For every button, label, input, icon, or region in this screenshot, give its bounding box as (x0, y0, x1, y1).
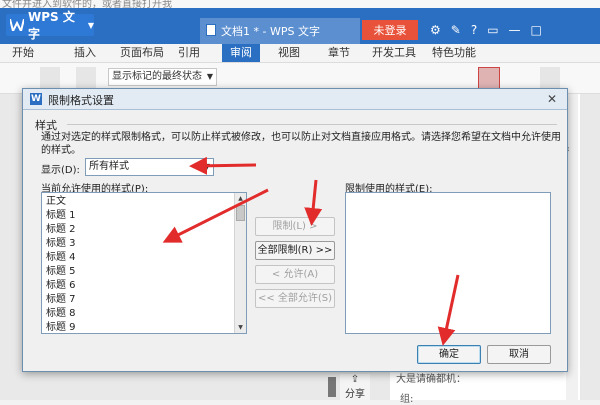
allowed-styles-list[interactable]: 正文 标题 1 标题 2 标题 3 标题 4 标题 5 标题 6 标题 7 标题… (41, 192, 247, 334)
side-panel-handle[interactable] (328, 377, 336, 397)
list-item[interactable]: 正文 (46, 195, 66, 209)
login-button[interactable]: 未登录 (362, 20, 418, 40)
list-item[interactable]: 标题 5 (46, 265, 76, 279)
document-tab[interactable]: 文档1 * - WPS 文字 (200, 18, 360, 44)
document-text-line: 组: (400, 394, 414, 405)
tab-references[interactable]: 引用 (178, 44, 200, 62)
markup-display-value: 显示标记的最终状态 (112, 71, 202, 82)
minimize-icon[interactable]: — (509, 23, 521, 37)
allow-all-button[interactable]: << 全部允许(S) (255, 289, 335, 308)
wps-logo-icon (10, 19, 24, 31)
menu-bar: 开始 插入 页面布局 引用 审阅 视图 章节 开发工具 特色功能 (0, 44, 600, 63)
tab-developer[interactable]: 开发工具 (372, 44, 416, 62)
list-item[interactable]: 标题 6 (46, 279, 76, 293)
background-hint-text: 文件并进入到软件的，或者直接打开我 (2, 0, 172, 8)
list-item[interactable]: 标题 2 (46, 223, 76, 237)
wps-writer-icon: W (30, 93, 42, 105)
markup-display-select[interactable]: 显示标记的最终状态 ▼ (108, 68, 217, 86)
allow-button[interactable]: < 允许(A) (255, 265, 335, 284)
scroll-up-icon[interactable]: ▲ (236, 193, 245, 204)
wps-app-menu-button[interactable]: WPS 文字 ▼ (6, 10, 94, 41)
list-item[interactable]: 标题 1 (46, 209, 76, 223)
document-tab-title: 文档1 * - WPS 文字 (221, 25, 320, 38)
wps-app-menu-label: WPS 文字 (28, 10, 75, 41)
list-item[interactable]: 标题 8 (46, 307, 76, 321)
share-label: 分享 (345, 389, 365, 400)
dialog-description: 通过对选定的样式限制格式，可以防止样式被修改，也可以防止对文档直接应用格式。请选… (41, 132, 561, 156)
settings-icon[interactable]: ⚙ (430, 23, 441, 37)
skin-icon[interactable]: ✎ (451, 23, 461, 37)
show-styles-select[interactable]: 所有样式 ▼ (85, 158, 214, 176)
tab-review[interactable]: 审阅 (222, 44, 260, 62)
tab-chapters[interactable]: 章节 (328, 44, 350, 62)
chevron-down-icon: ▼ (203, 162, 210, 171)
cancel-button[interactable]: 取消 (487, 345, 551, 364)
ok-button[interactable]: 确定 (417, 345, 481, 364)
dialog-title-bar[interactable]: W 限制格式设置 ✕ (23, 89, 567, 110)
list-item[interactable]: 标题 3 (46, 237, 76, 251)
tab-features[interactable]: 特色功能 (432, 44, 476, 62)
share-icon: ⇪ (350, 374, 360, 385)
share-button[interactable]: ⇪ 分享 (340, 374, 370, 400)
dialog-title: 限制格式设置 (48, 94, 114, 107)
restricted-styles-list[interactable] (345, 192, 551, 334)
chevron-down-icon: ▼ (87, 20, 94, 30)
restrict-all-button[interactable]: 全部限制(R) >> (255, 241, 335, 260)
document-icon (206, 23, 216, 39)
list-item[interactable]: 标题 7 (46, 293, 76, 307)
tab-home[interactable]: 开始 (12, 44, 34, 62)
window-menu-icon[interactable]: ▭ (487, 23, 498, 37)
document-text-line: 大是请确都机： (396, 374, 466, 385)
list-item[interactable]: 标题 9 (46, 321, 76, 333)
tab-insert[interactable]: 插入 (74, 44, 96, 62)
restrict-button[interactable]: 限制(L) > (255, 217, 335, 236)
show-styles-value: 所有样式 (89, 161, 129, 172)
list-item[interactable]: 标题 4 (46, 251, 76, 265)
help-icon[interactable]: ? (471, 23, 477, 37)
scroll-thumb[interactable] (236, 205, 245, 221)
close-icon[interactable]: ✕ (547, 92, 557, 106)
restrict-formatting-dialog: W 限制格式设置 ✕ 样式 通过对选定的样式限制格式，可以防止样式被修改，也可以… (22, 88, 568, 372)
show-label: 显示(D): (41, 165, 80, 176)
tab-view[interactable]: 视图 (278, 44, 300, 62)
scroll-down-icon[interactable]: ▼ (236, 322, 245, 333)
group-divider (67, 124, 557, 125)
titlebar-icons: ⚙ ✎ ? ▭ — □ (430, 20, 542, 40)
background-hint-strip: 文件并进入到软件的，或者直接打开我 (0, 0, 600, 8)
allowed-list-scrollbar[interactable]: ▲ ▼ (234, 193, 246, 333)
tab-page-layout[interactable]: 页面布局 (120, 44, 164, 62)
chevron-down-icon: ▼ (206, 72, 213, 81)
maximize-icon[interactable]: □ (531, 23, 542, 37)
